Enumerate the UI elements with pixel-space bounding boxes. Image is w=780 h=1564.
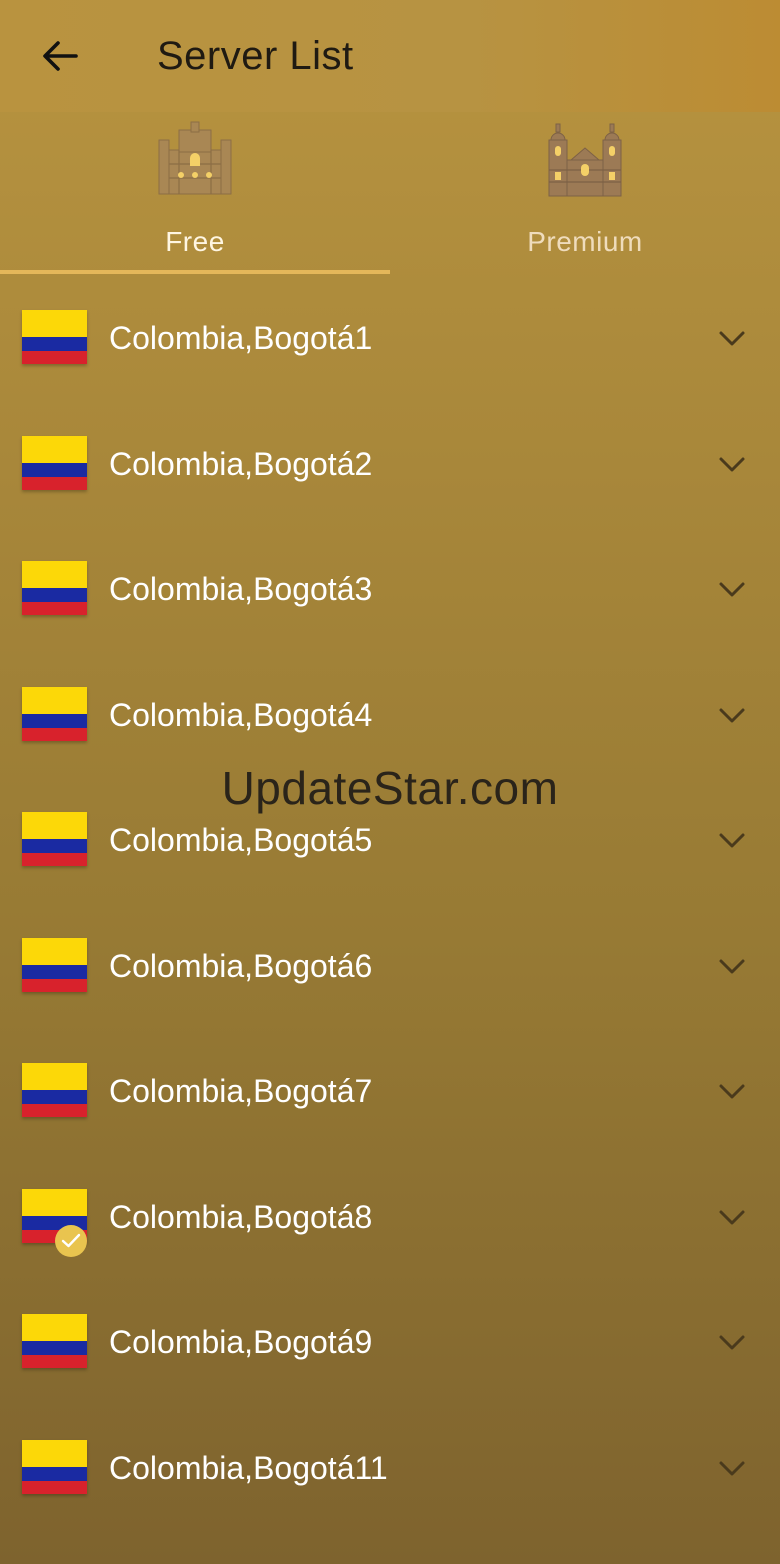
server-row[interactable]: Colombia,Bogotá6 [0,904,780,1030]
arrow-left-icon [43,41,78,71]
server-name: Colombia,Bogotá7 [109,1073,373,1109]
chevron-down-icon[interactable] [716,575,748,603]
colombia-flag-icon [22,937,87,992]
cathedral-twin-towers-icon [548,123,622,197]
app-header: Server List [0,0,780,112]
colombia-flag-icon [22,561,87,615]
chevron-down-icon[interactable] [716,1077,748,1105]
server-row[interactable]: Colombia,Bogotá9 [0,1280,780,1406]
server-row[interactable]: Colombia,Bogotá11 [0,1406,780,1532]
tab-free[interactable]: Free [0,112,390,276]
server-row[interactable]: Colombia,Bogotá7 [0,1029,780,1155]
server-name: Colombia,Bogotá8 [109,1198,373,1235]
server-name: Colombia,Bogotá4 [109,696,373,733]
server-list: Colombia,Bogotá1 Colombia,Bogotá2 Colombia… [0,276,780,1531]
server-row[interactable]: Colombia,Bogotá3 [0,527,780,653]
server-row[interactable]: Colombia,Bogotá5 [0,778,780,904]
tab-selected-indicator [0,270,390,274]
chevron-down-icon[interactable] [716,324,748,352]
server-name: Colombia,Bogotá3 [109,571,373,607]
page-title: Server List [157,34,354,78]
server-name: Colombia,Bogotá9 [109,1324,373,1360]
colombia-flag-icon [22,812,87,866]
chevron-down-icon[interactable] [716,1454,748,1482]
chevron-down-icon[interactable] [716,952,748,980]
chevron-down-icon[interactable] [716,1328,748,1356]
colombia-flag-icon [22,310,87,364]
colombia-flag-icon [22,1314,87,1368]
tab-label: Premium [527,226,643,257]
chevron-down-icon[interactable] [716,1203,748,1231]
colombia-flag-icon [22,1063,87,1117]
server-name: Colombia,Bogotá11 [109,1449,388,1486]
server-name: Colombia,Bogotá6 [109,947,373,984]
server-row[interactable]: Colombia,Bogotá1 [0,276,780,402]
server-row[interactable]: Colombia,Bogotá8 [0,1155,780,1281]
tab-premium[interactable]: Premium [390,112,780,276]
cathedral-icon [158,121,232,195]
server-tabs: Free Premium [0,112,780,276]
colombia-flag-icon [22,435,87,490]
back-button[interactable] [28,30,92,82]
server-row[interactable]: Colombia,Bogotá4 [0,653,780,779]
chevron-down-icon[interactable] [716,450,748,478]
server-name: Colombia,Bogotá5 [109,822,373,858]
server-row[interactable]: Colombia,Bogotá2 [0,402,780,528]
server-name: Colombia,Bogotá2 [109,445,373,482]
colombia-flag-icon [22,1439,87,1494]
check-icon [55,1224,87,1257]
colombia-flag-icon [22,686,87,741]
server-name: Colombia,Bogotá1 [109,320,373,356]
chevron-down-icon[interactable] [716,701,748,729]
tab-label: Free [165,226,225,257]
chevron-down-icon[interactable] [716,826,748,854]
